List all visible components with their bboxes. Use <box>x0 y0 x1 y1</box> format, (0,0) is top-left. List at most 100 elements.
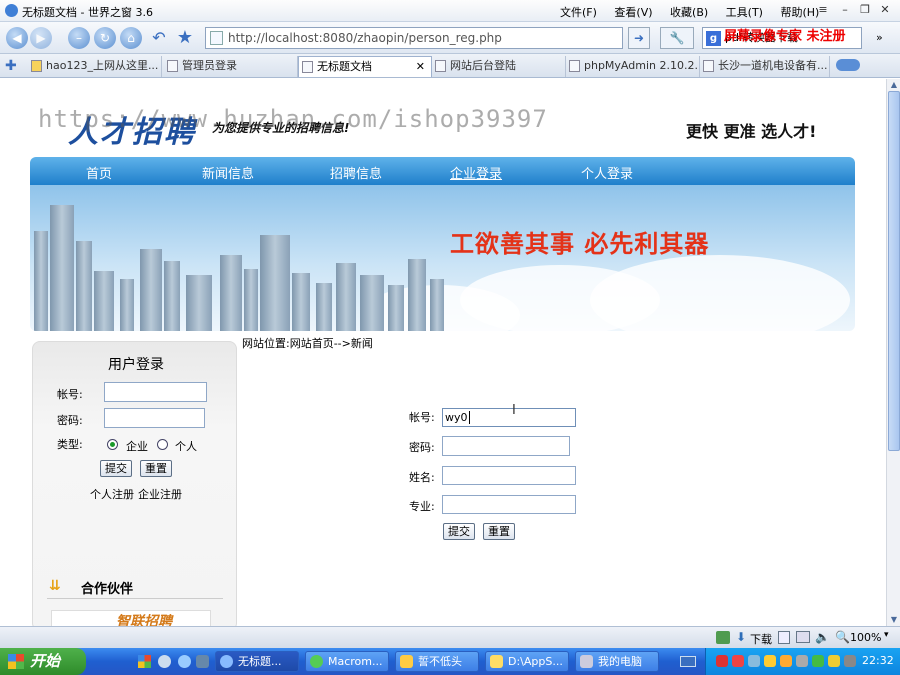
close-tab-icon[interactable]: ✕ <box>416 57 425 77</box>
reg-major-input[interactable] <box>442 495 576 514</box>
tab-backend-login[interactable]: 网站后台登陆 <box>432 56 566 77</box>
tab-untitled-active[interactable]: 无标题文档 ✕ <box>298 56 432 77</box>
keyboard-icon[interactable] <box>680 656 696 667</box>
page-mode-icon[interactable] <box>778 631 790 644</box>
menu-help[interactable]: 帮助(H) <box>780 6 819 19</box>
tray-printer-icon[interactable] <box>796 655 808 667</box>
back-icon[interactable]: ◀ <box>6 27 28 49</box>
tray-user-icon[interactable] <box>780 655 792 667</box>
reg-name-input[interactable] <box>442 466 576 485</box>
reg-password-input[interactable] <box>442 436 570 456</box>
quicklaunch-app-icon[interactable] <box>196 655 209 668</box>
zoom-icon[interactable]: 🔍 <box>835 630 850 644</box>
address-bar[interactable]: http://localhost:8080/zhaopin/person_reg… <box>205 27 623 49</box>
login-reset-button[interactable]: 重置 <box>140 460 172 477</box>
start-button[interactable]: 开始 <box>0 648 86 675</box>
favorite-star-icon[interactable]: ★ <box>174 27 196 49</box>
scroll-thumb[interactable] <box>888 91 900 451</box>
minimize-button[interactable]: – <box>838 4 852 17</box>
radio-person-label: 个人 <box>175 440 197 453</box>
page-icon <box>210 31 223 45</box>
undo-icon[interactable]: ↶ <box>148 27 170 49</box>
quicklaunch-windows-icon[interactable] <box>138 655 151 668</box>
stop-icon[interactable]: – <box>68 27 90 49</box>
tray-app-icon[interactable] <box>716 655 728 667</box>
new-tab-icon[interactable]: ✚ <box>5 58 17 74</box>
nav-person-login[interactable]: 个人登录 <box>581 163 633 182</box>
zoom-level[interactable]: 100% <box>850 631 881 644</box>
nav-company-login[interactable]: 企业登录 <box>450 163 502 182</box>
vertical-scrollbar[interactable]: ▲ ▼ <box>886 79 900 626</box>
windows-flag-icon <box>8 654 24 669</box>
tab-changsha[interactable]: 长沙一道机电设备有... <box>700 56 830 77</box>
menu-favorites[interactable]: 收藏(B) <box>670 6 708 19</box>
recorder-overlay: 屏幕录像专家 未注册 <box>724 29 846 44</box>
tab-list-icon[interactable] <box>836 59 860 71</box>
person-register-link[interactable]: 个人注册 <box>90 486 134 502</box>
tray-volume-icon[interactable] <box>844 655 856 667</box>
forward-icon[interactable]: ▶ <box>30 27 52 49</box>
radio-company[interactable] <box>107 439 118 450</box>
go-icon[interactable]: ➜ <box>628 27 650 49</box>
partner-divider <box>47 598 223 599</box>
nav-news[interactable]: 新闻信息 <box>202 163 254 182</box>
chevron-right-icon[interactable]: » <box>876 31 883 44</box>
quicklaunch-browser-icon[interactable] <box>178 655 191 668</box>
reg-name-label: 姓名: <box>409 471 435 484</box>
close-button[interactable]: ✕ <box>878 4 892 17</box>
menu-file[interactable]: 文件(F) <box>560 6 597 19</box>
menu-view[interactable]: 查看(V) <box>614 6 652 19</box>
volume-icon[interactable]: 🔈 <box>815 630 830 644</box>
radio-person[interactable] <box>157 439 168 450</box>
text-cursor-icon: I <box>512 403 516 418</box>
radio-company-label: 企业 <box>126 440 148 453</box>
home-icon[interactable]: ⌂ <box>120 27 142 49</box>
company-register-link[interactable]: 企业注册 <box>138 486 182 502</box>
options-icon[interactable]: ≡ <box>816 4 830 17</box>
partner-arrows-icon: ⇊ <box>49 578 61 594</box>
download-label[interactable]: 下载 <box>750 631 772 647</box>
nav-home[interactable]: 首页 <box>86 163 112 182</box>
browser-logo-icon <box>5 4 18 17</box>
tab-admin-login[interactable]: 管理员登录 <box>164 56 298 77</box>
title-bar: 无标题文档 - 世界之窗 3.6 文件(F) 查看(V) 收藏(B) 工具(T)… <box>0 0 900 22</box>
login-password-input[interactable] <box>104 408 205 428</box>
partner-title: 合作伙伴 <box>81 582 134 597</box>
tab-phpmyadmin[interactable]: phpMyAdmin 2.10.2... <box>566 56 700 77</box>
address-url: http://localhost:8080/zhaopin/person_reg… <box>228 31 502 45</box>
taskbar: 开始 无标题... Macrom... 誓不低头 D:\AppS... 我的电脑… <box>0 648 900 675</box>
login-submit-button[interactable]: 提交 <box>100 460 132 477</box>
reg-submit-button[interactable]: 提交 <box>443 523 475 540</box>
reg-account-value: wy0 <box>445 411 468 424</box>
reg-account-input[interactable]: wy0 <box>442 408 576 427</box>
tray-security-icon[interactable] <box>812 655 824 667</box>
refresh-icon[interactable]: ↻ <box>94 27 116 49</box>
nav-jobs[interactable]: 招聘信息 <box>330 163 382 182</box>
taskbar-item-my-computer[interactable]: 我的电脑 <box>575 651 659 672</box>
taskbar-item-folder[interactable]: D:\AppS... <box>485 651 569 672</box>
tools-icon[interactable]: 🔧 <box>660 27 694 49</box>
partner-logo-zhaopin[interactable]: 智联招聘 <box>51 610 211 626</box>
taskbar-item-macromedia[interactable]: Macrom... <box>305 651 389 672</box>
tray-cross-icon[interactable] <box>732 655 744 667</box>
main-nav: 首页 新闻信息 招聘信息 企业登录 个人登录 <box>30 157 855 185</box>
reg-reset-button[interactable]: 重置 <box>483 523 515 540</box>
network-icon[interactable] <box>716 631 730 644</box>
download-icon[interactable]: ⬇ <box>736 630 746 644</box>
tray-shield-icon[interactable] <box>828 655 840 667</box>
login-account-input[interactable] <box>104 382 207 402</box>
scroll-down-icon[interactable]: ▼ <box>888 614 900 625</box>
taskbar-item-browser[interactable]: 无标题... <box>215 651 299 672</box>
scroll-up-icon[interactable]: ▲ <box>888 79 900 90</box>
window-title: 无标题文档 - 世界之窗 3.6 <box>22 6 153 19</box>
screen-icon[interactable] <box>796 631 810 643</box>
maximize-button[interactable]: ❐ <box>858 4 872 17</box>
zoom-dropdown-icon[interactable]: ▾ <box>884 630 889 640</box>
taskbar-item-music[interactable]: 誓不低头 <box>395 651 479 672</box>
menu-tools[interactable]: 工具(T) <box>726 6 763 19</box>
login-title: 用户登录 <box>108 357 164 373</box>
tray-qq-icon[interactable] <box>764 655 776 667</box>
tab-hao123[interactable]: hao123_上网从这里... <box>28 56 162 77</box>
tray-network-icon[interactable] <box>748 655 760 667</box>
quicklaunch-ie-icon[interactable] <box>158 655 171 668</box>
